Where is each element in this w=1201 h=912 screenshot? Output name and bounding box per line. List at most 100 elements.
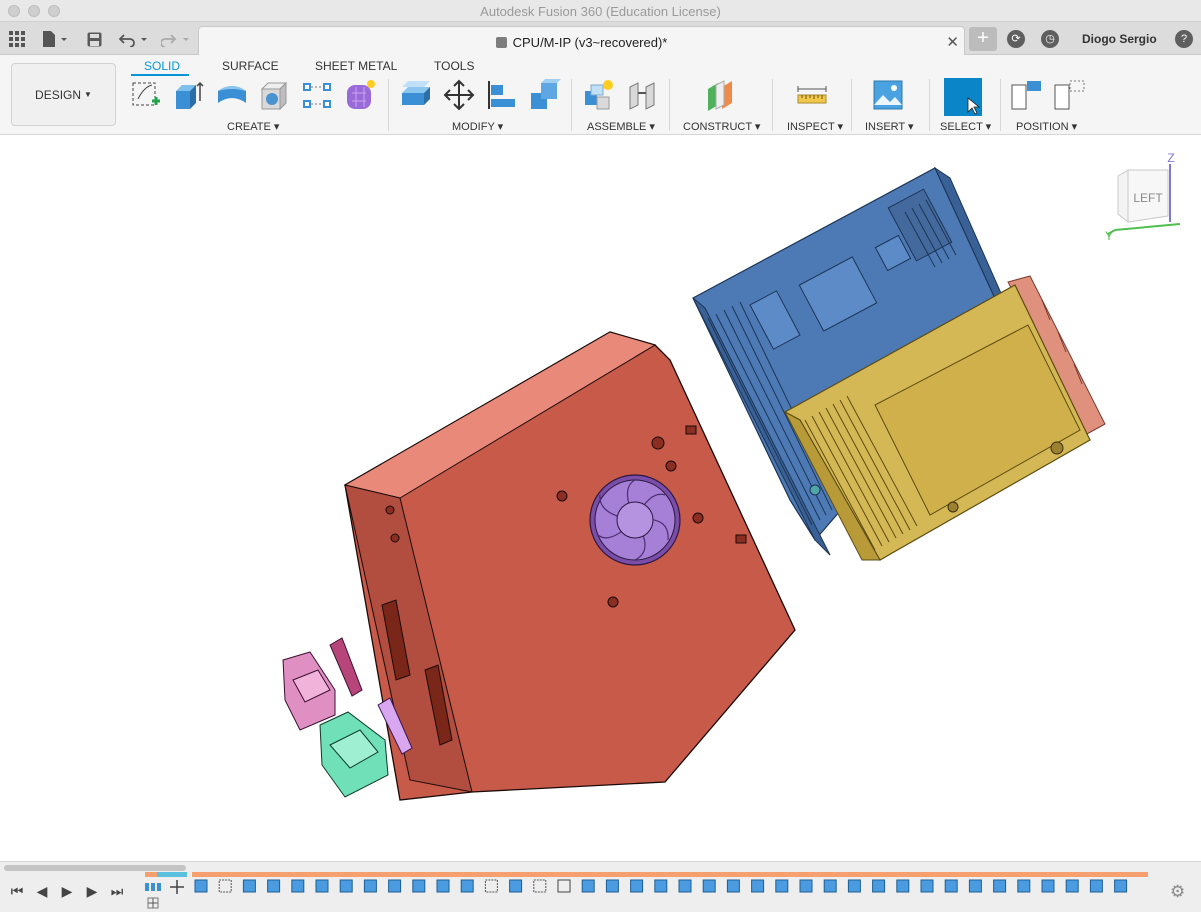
app-grid-icon[interactable] <box>8 29 26 49</box>
hole-icon[interactable] <box>258 79 290 111</box>
assemble-group-label[interactable]: ASSEMBLE ▾ <box>587 120 655 133</box>
timeline-sketch-icon[interactable] <box>533 879 547 893</box>
joint-icon[interactable] <box>626 79 658 111</box>
timeline-features[interactable] <box>145 878 1155 912</box>
timeline-feature-icon[interactable] <box>581 879 595 893</box>
select-tool-icon[interactable] <box>944 78 982 116</box>
job-status-icon[interactable]: ⟳ <box>1007 30 1025 48</box>
timeline-feature-icon[interactable] <box>1041 879 1055 893</box>
create-group-label[interactable]: CREATE ▾ <box>227 120 279 133</box>
create-sketch-icon[interactable] <box>130 79 162 111</box>
timeline-feature-icon[interactable] <box>339 879 353 893</box>
tab-sheet-metal[interactable]: SHEET METAL <box>315 59 397 73</box>
timeline-feature-icon[interactable] <box>993 879 1007 893</box>
timeline-sketch-icon[interactable] <box>218 879 232 893</box>
viewcube-face-label: LEFT <box>1133 191 1163 205</box>
user-account-name[interactable]: Diogo Sergio <box>1082 32 1157 46</box>
play-icon[interactable]: ▶ <box>58 882 76 900</box>
inspect-group-label[interactable]: INSPECT ▾ <box>787 120 843 133</box>
capture-position-icon[interactable] <box>1011 79 1043 111</box>
timeline-feature-icon[interactable] <box>267 879 281 893</box>
timeline-feature-icon[interactable] <box>775 879 789 893</box>
timeline-feature-icon[interactable] <box>412 879 426 893</box>
revolve-icon[interactable] <box>216 79 248 111</box>
timeline-feature-icon[interactable] <box>315 879 329 893</box>
redo-icon[interactable] <box>160 29 192 49</box>
undo-icon[interactable] <box>118 29 150 49</box>
save-icon[interactable] <box>86 29 102 49</box>
help-icon[interactable]: ? <box>1175 30 1193 48</box>
timeline-feature-icon[interactable] <box>291 879 305 893</box>
timeline-feature-icon[interactable] <box>1089 879 1103 893</box>
timeline-move-icon[interactable] <box>557 879 571 893</box>
create-form-icon[interactable] <box>344 79 376 111</box>
timeline-feature-icon[interactable] <box>678 879 692 893</box>
timeline-feature-icon[interactable] <box>1065 879 1079 893</box>
timeline-feature-icon[interactable] <box>630 879 644 893</box>
timeline-sketch-icon[interactable] <box>484 879 498 893</box>
timeline-feature-icon[interactable] <box>920 879 934 893</box>
timeline-feature-markers[interactable] <box>145 879 1128 894</box>
timeline-feature-icon[interactable] <box>509 879 523 893</box>
timeline-settings-gear-icon[interactable]: ⚙ <box>1170 882 1185 902</box>
press-pull-icon[interactable] <box>400 79 432 111</box>
modify-group-label[interactable]: MODIFY ▾ <box>452 120 503 133</box>
timeline-feature-icon[interactable] <box>702 879 716 893</box>
timeline-feature-icon[interactable] <box>944 879 958 893</box>
go-to-end-icon[interactable]: ⏭ <box>108 882 126 900</box>
cooling-fan[interactable] <box>589 474 681 566</box>
tab-surface[interactable]: SURFACE <box>222 59 279 73</box>
timeline-scrollbar[interactable] <box>4 865 186 871</box>
tab-tools[interactable]: TOOLS <box>434 59 474 73</box>
timeline-feature-icon[interactable] <box>363 879 377 893</box>
timeline-feature-icon[interactable] <box>726 879 740 893</box>
measure-icon[interactable] <box>796 79 828 111</box>
button-green[interactable] <box>319 711 389 798</box>
offset-plane-icon[interactable] <box>704 79 736 111</box>
timeline-feature-icon[interactable] <box>194 879 208 893</box>
file-menu-icon[interactable] <box>40 29 70 49</box>
timeline-feature-icon[interactable] <box>605 879 619 893</box>
timeline-feature-icon[interactable] <box>847 879 861 893</box>
insert-image-icon[interactable] <box>872 79 904 111</box>
new-tab-button[interactable]: + <box>969 27 997 51</box>
case-body-red[interactable] <box>343 331 796 801</box>
model-canvas[interactable] <box>0 136 1201 861</box>
step-back-icon[interactable]: ◀︎ <box>33 882 51 900</box>
timeline-feature-icon[interactable] <box>242 879 256 893</box>
rod-magenta[interactable] <box>329 637 363 697</box>
new-component-icon[interactable] <box>583 79 615 111</box>
timeline-feature-icon[interactable] <box>388 879 402 893</box>
button-pink[interactable] <box>282 651 336 731</box>
select-group-label[interactable]: SELECT ▾ <box>940 120 991 133</box>
step-forward-icon[interactable]: ▶︎ <box>83 882 101 900</box>
timeline-feature-icon[interactable] <box>896 879 910 893</box>
revert-position-icon[interactable] <box>1054 79 1086 111</box>
timeline-feature-icon[interactable] <box>1114 879 1128 893</box>
extrude-icon[interactable] <box>172 79 204 111</box>
timeline-feature-icon[interactable] <box>872 879 886 893</box>
pattern-icon[interactable] <box>301 79 333 111</box>
timeline-feature-icon[interactable] <box>654 879 668 893</box>
3d-viewport[interactable]: LEFT Z Y <box>0 136 1201 861</box>
close-tab-icon[interactable]: ✕ <box>946 33 959 51</box>
tab-solid[interactable]: SOLID <box>144 59 180 73</box>
move-icon[interactable] <box>443 79 475 111</box>
timeline-feature-icon[interactable] <box>751 879 765 893</box>
timeline-feature-icon[interactable] <box>460 879 474 893</box>
insert-group-label[interactable]: INSERT ▾ <box>865 120 914 133</box>
viewcube[interactable]: LEFT Z Y <box>1100 152 1190 242</box>
document-tab[interactable]: CPU/M-IP (v3~recovered)* ✕ <box>198 26 965 56</box>
timeline-feature-icon[interactable] <box>1017 879 1031 893</box>
clock-icon[interactable]: ◷ <box>1041 30 1059 48</box>
align-icon[interactable] <box>486 79 518 111</box>
timeline-feature-icon[interactable] <box>799 879 813 893</box>
timeline-feature-icon[interactable] <box>436 879 450 893</box>
construct-group-label[interactable]: CONSTRUCT ▾ <box>683 120 760 133</box>
go-to-start-icon[interactable]: ⏮ <box>8 882 26 900</box>
timeline-feature-icon[interactable] <box>968 879 982 893</box>
combine-icon[interactable] <box>529 79 561 111</box>
position-group-label[interactable]: POSITION ▾ <box>1016 120 1077 133</box>
timeline-feature-icon[interactable] <box>823 879 837 893</box>
workspace-switcher[interactable]: DESIGN ▼ <box>11 63 116 126</box>
